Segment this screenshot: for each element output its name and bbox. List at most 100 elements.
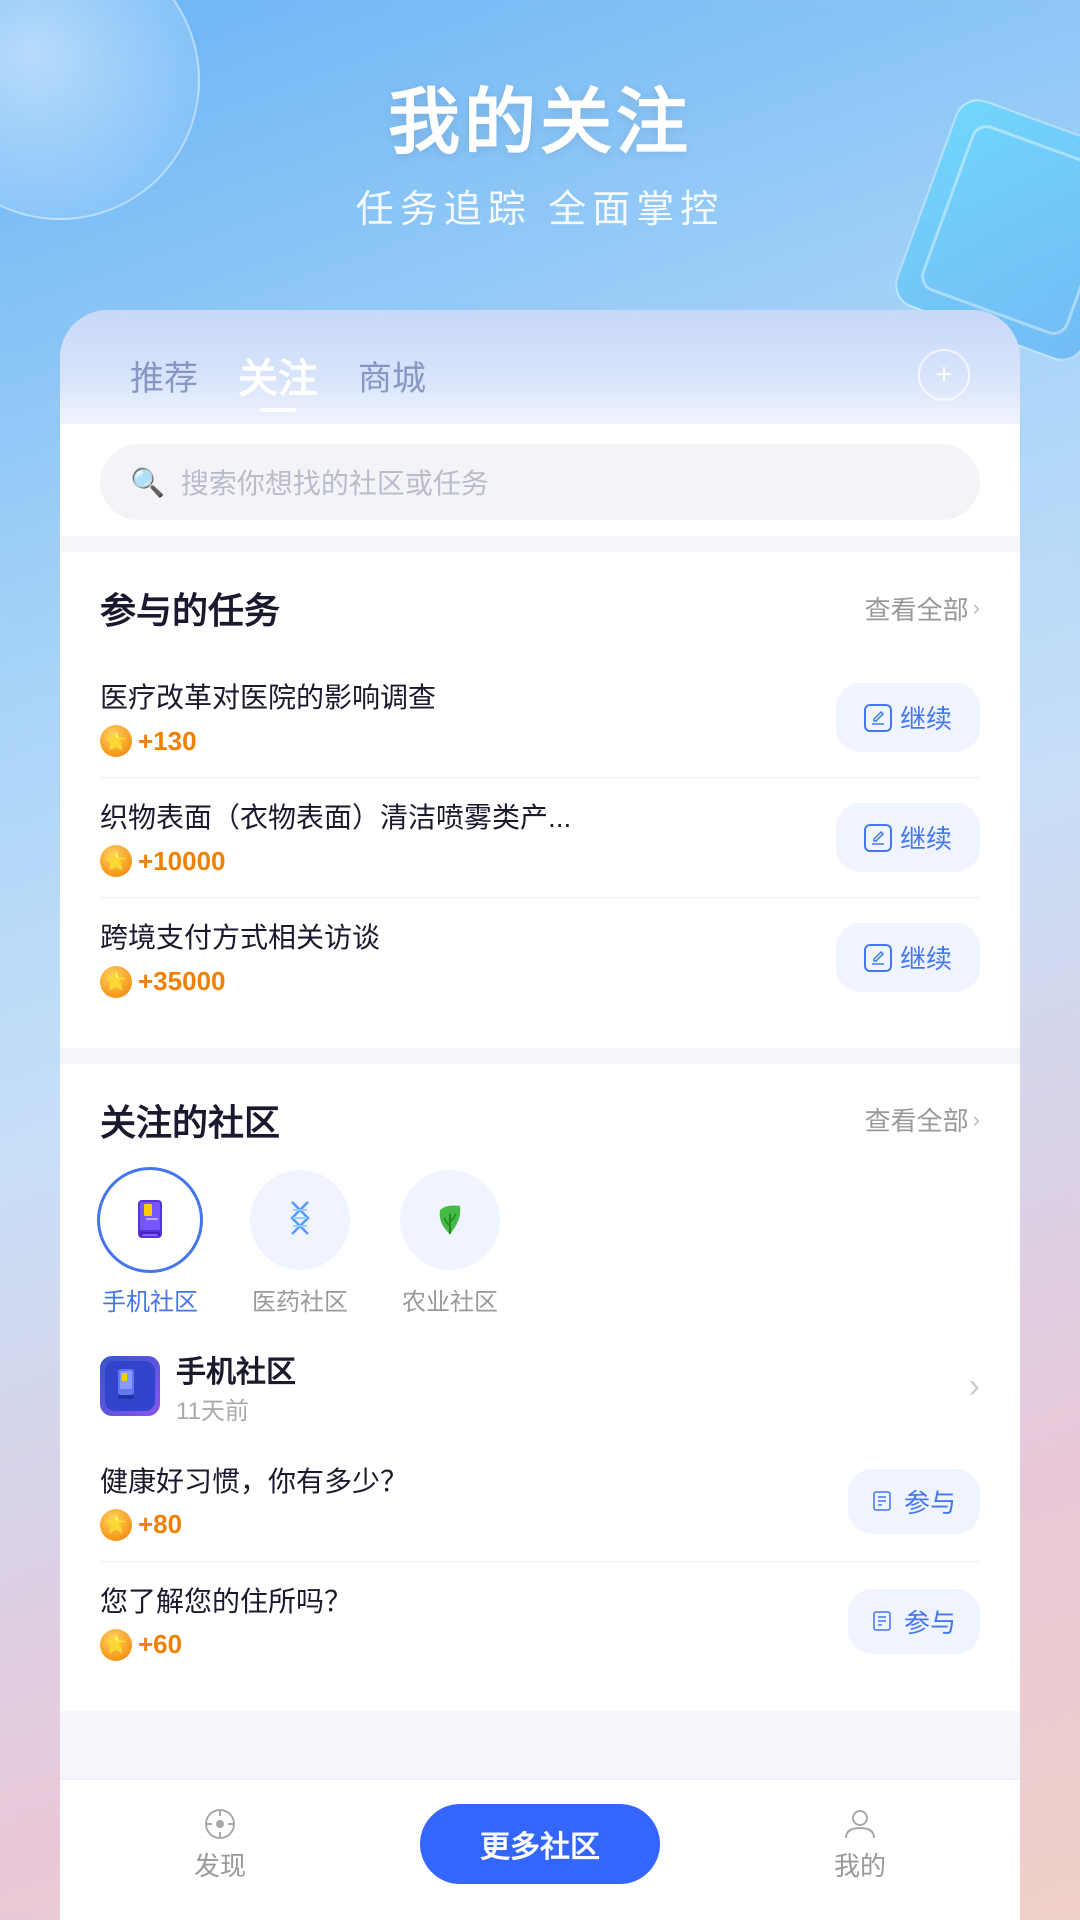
tab-recommend[interactable]: 推荐 <box>110 351 218 400</box>
community-name-row: 手机社区 11天前 <box>100 1347 296 1426</box>
reward-amount-1: +130 <box>138 726 197 757</box>
continue-edit-icon-2 <box>864 824 892 852</box>
join-button-1[interactable]: 参与 <box>848 1469 980 1534</box>
post-reward-icon-2: ⭐ <box>100 1629 132 1661</box>
reward-star-icon-2: ⭐ <box>100 845 132 877</box>
tasks-section-header: 参与的任务 查看全部 › <box>100 582 980 634</box>
reward-amount-3: +35000 <box>138 966 225 997</box>
task-info-3: 跨境支付方式相关访谈 ⭐ +35000 <box>100 918 816 997</box>
nav-discover-label: 发现 <box>194 1846 246 1883</box>
task-name-3: 跨境支付方式相关访谈 <box>100 918 816 957</box>
task-info-1: 医疗改革对医院的影响调查 ⭐ +130 <box>100 678 816 757</box>
search-area: 🔍 搜索你想找的社区或任务 <box>60 424 1020 536</box>
tasks-chevron-icon: › <box>973 595 980 621</box>
community-avatar <box>100 1356 160 1416</box>
communities-section-header: 关注的社区 查看全部 › <box>100 1094 980 1146</box>
community-arrow-icon: › <box>969 1367 980 1406</box>
communities-view-all-label: 查看全部 <box>865 1101 969 1138</box>
phone-community-label: 手机社区 <box>102 1282 198 1317</box>
nav-discover[interactable]: 发现 <box>60 1806 380 1883</box>
leaf-icon <box>424 1194 476 1246</box>
post-reward-amount-2: +60 <box>138 1629 182 1660</box>
tab-shop[interactable]: 商城 <box>338 351 446 400</box>
join-icon-2 <box>872 1609 896 1633</box>
join-icon-1 <box>872 1489 896 1513</box>
tasks-section-title: 参与的任务 <box>100 582 280 634</box>
agriculture-community-label: 农业社区 <box>402 1282 498 1317</box>
community-time: 11天前 <box>176 1391 296 1426</box>
more-community-button[interactable]: 更多社区 <box>420 1804 660 1884</box>
tasks-view-all-label: 查看全部 <box>865 590 969 627</box>
community-post-item: 您了解您的住所吗？ ⭐ +60 参与 <box>100 1562 980 1681</box>
tasks-view-all-button[interactable]: 查看全部 › <box>865 590 980 627</box>
continue-label-2: 继续 <box>900 819 952 856</box>
post-reward-2: ⭐ +60 <box>100 1629 828 1661</box>
post-info-1: 健康好习惯，你有多少？ ⭐ +80 <box>100 1462 828 1541</box>
page-title: 我的关注 <box>0 80 1080 166</box>
search-icon: 🔍 <box>130 466 165 499</box>
bottom-spacer <box>60 1727 1020 1747</box>
task-item: 织物表面（衣物表面）清洁喷雾类产... ⭐ +10000 继续 <box>100 778 980 898</box>
task-item: 跨境支付方式相关访谈 ⭐ +35000 继续 <box>100 898 980 1017</box>
task-name-2: 织物表面（衣物表面）清洁喷雾类产... <box>100 798 816 837</box>
active-community-header: 手机社区 11天前 › <box>100 1347 980 1426</box>
community-avatar-inner <box>100 1356 160 1416</box>
post-name-2: 您了解您的住所吗？ <box>100 1582 828 1621</box>
page-subtitle: 任务追踪 全面掌控 <box>0 178 1080 233</box>
task-reward-2: ⭐ +10000 <box>100 845 816 877</box>
medical-community-icon-circle <box>250 1170 350 1270</box>
community-icon-tabs: 手机社区 医药社区 <box>100 1170 980 1317</box>
task-reward-1: ⭐ +130 <box>100 725 816 757</box>
scroll-content: 参与的任务 查看全部 › 医疗改革对医院的影响调查 ⭐ +130 <box>60 536 1020 1779</box>
reward-star-icon-3: ⭐ <box>100 966 132 998</box>
post-reward-icon-1: ⭐ <box>100 1509 132 1541</box>
medical-community-label: 医药社区 <box>252 1282 348 1317</box>
nav-mine-label: 我的 <box>834 1846 886 1883</box>
join-label-2: 参与 <box>904 1603 956 1640</box>
communities-section-title: 关注的社区 <box>100 1094 280 1146</box>
tab-bar: 推荐 关注 商城 + <box>60 310 1020 424</box>
communities-view-all-button[interactable]: 查看全部 › <box>865 1101 980 1138</box>
post-reward-1: ⭐ +80 <box>100 1509 828 1541</box>
mine-icon <box>842 1806 878 1842</box>
continue-label-1: 继续 <box>900 699 952 736</box>
reward-star-icon-1: ⭐ <box>100 725 132 757</box>
post-reward-amount-1: +80 <box>138 1509 182 1540</box>
task-item: 医疗改革对医院的影响调查 ⭐ +130 继续 <box>100 658 980 778</box>
participated-tasks-section: 参与的任务 查看全部 › 医疗改革对医院的影响调查 ⭐ +130 <box>60 552 1020 1048</box>
header-section: 我的关注 任务追踪 全面掌控 <box>0 0 1080 273</box>
continue-edit-icon-1 <box>864 704 892 732</box>
community-tab-phone[interactable]: 手机社区 <box>100 1170 200 1317</box>
discover-icon <box>202 1806 238 1842</box>
followed-communities-section: 关注的社区 查看全部 › <box>60 1064 1020 1711</box>
community-tab-agriculture[interactable]: 农业社区 <box>400 1170 500 1317</box>
community-info: 手机社区 11天前 <box>176 1347 296 1426</box>
search-box[interactable]: 🔍 搜索你想找的社区或任务 <box>100 444 980 520</box>
main-card: 推荐 关注 商城 + 🔍 搜索你想找的社区或任务 参与的任务 查看全部 › 医疗 <box>60 310 1020 1920</box>
task-name-1: 医疗改革对医院的影响调查 <box>100 678 816 717</box>
task-reward-3: ⭐ +35000 <box>100 966 816 998</box>
add-tab-button[interactable]: + <box>918 349 970 401</box>
dna-icon <box>274 1194 326 1246</box>
search-input[interactable]: 搜索你想找的社区或任务 <box>181 462 489 502</box>
continue-button-1[interactable]: 继续 <box>836 683 980 752</box>
community-tab-medical[interactable]: 医药社区 <box>250 1170 350 1317</box>
post-name-1: 健康好习惯，你有多少？ <box>100 1462 828 1501</box>
join-label-1: 参与 <box>904 1483 956 1520</box>
task-info-2: 织物表面（衣物表面）清洁喷雾类产... ⭐ +10000 <box>100 798 816 877</box>
continue-label-3: 继续 <box>900 939 952 976</box>
communities-chevron-icon: › <box>973 1107 980 1133</box>
continue-button-3[interactable]: 继续 <box>836 923 980 992</box>
join-button-2[interactable]: 参与 <box>848 1589 980 1654</box>
phone-community-icon-circle <box>100 1170 200 1270</box>
reward-amount-2: +10000 <box>138 846 225 877</box>
tab-follow[interactable]: 关注 <box>218 346 338 404</box>
agriculture-community-icon-circle <box>400 1170 500 1270</box>
continue-edit-icon-3 <box>864 944 892 972</box>
nav-mine[interactable]: 我的 <box>700 1806 1020 1883</box>
community-name: 手机社区 <box>176 1347 296 1391</box>
community-avatar-icon <box>105 1361 155 1411</box>
continue-button-2[interactable]: 继续 <box>836 803 980 872</box>
nav-more-community[interactable]: 更多社区 <box>380 1804 700 1884</box>
phone-community-icon <box>124 1194 176 1246</box>
